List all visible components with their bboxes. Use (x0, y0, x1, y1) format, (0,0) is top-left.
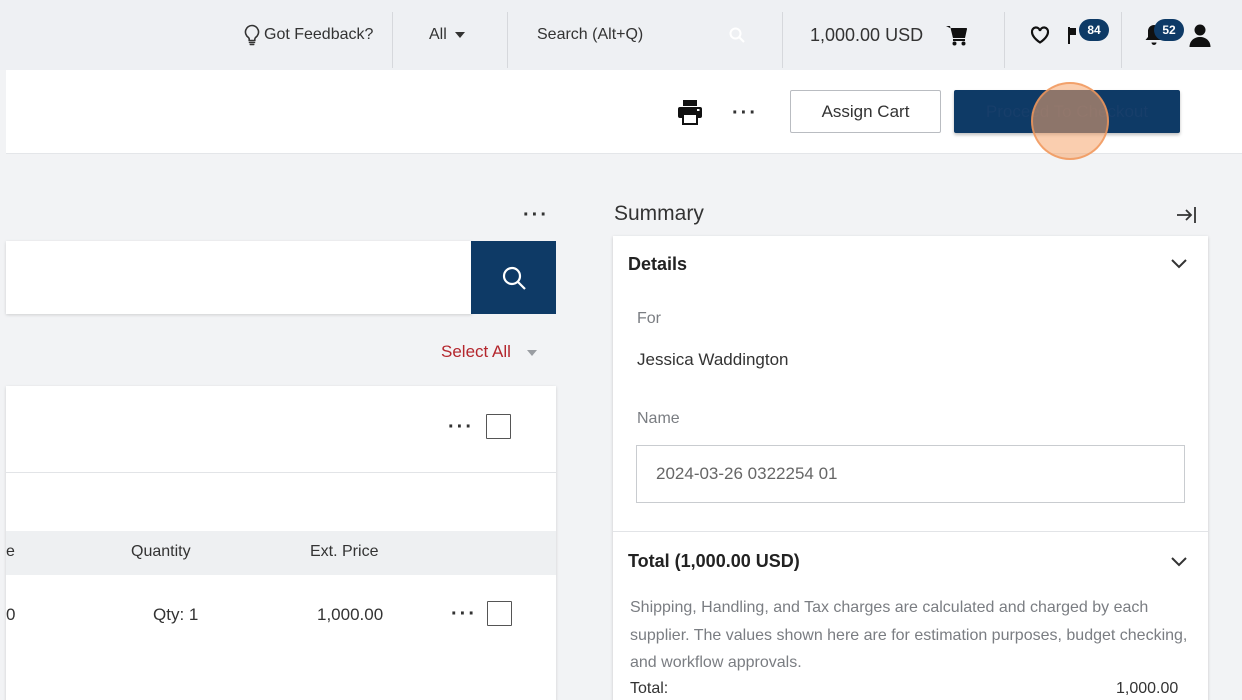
global-search-button[interactable] (728, 0, 746, 70)
search-scope-label: All (429, 26, 447, 43)
search-icon (729, 27, 745, 43)
total-section-header[interactable]: Total (1,000.00 USD) (628, 551, 800, 572)
card-divider (6, 472, 556, 473)
cart-summary-button[interactable]: 1,000.00 USD (810, 0, 969, 70)
flag-icon (1068, 27, 1076, 44)
divider (1004, 12, 1005, 68)
supplier-more-options-icon[interactable]: ··· (448, 417, 474, 437)
divider (507, 12, 508, 68)
cart-more-options-icon[interactable]: ··· (523, 205, 549, 225)
chevron-down-icon[interactable] (1170, 556, 1188, 568)
details-section-header[interactable]: Details (628, 254, 687, 275)
for-label: For (637, 310, 661, 327)
for-value: Jessica Waddington (637, 350, 789, 369)
ext-price-column-header: Ext. Price (310, 543, 379, 560)
notification-count-badge: 52 (1154, 19, 1184, 41)
flag-button[interactable] (1067, 0, 1077, 70)
item-more-options-icon[interactable]: ··· (451, 604, 477, 624)
print-icon[interactable] (677, 99, 703, 125)
select-all-link[interactable]: Select All (441, 342, 538, 362)
summary-divider (613, 531, 1208, 532)
search-icon (502, 266, 526, 290)
select-all-label: Select All (441, 342, 511, 361)
click-indicator (1031, 82, 1109, 160)
cart-name-value: 2024-03-26 0322254 01 (656, 464, 838, 483)
user-menu-button[interactable] (1188, 0, 1212, 70)
items-table-header (6, 531, 556, 575)
assign-cart-button[interactable]: Assign Cart (790, 90, 941, 133)
caret-down-icon (454, 32, 465, 38)
total-row-label: Total: (630, 680, 669, 697)
search-scope-dropdown[interactable]: All (429, 0, 466, 70)
unit-price-column-header: e (6, 543, 15, 560)
cart-search-input[interactable] (6, 241, 472, 314)
favorites-button[interactable] (1030, 0, 1050, 70)
search-placeholder: Search (Alt+Q) (537, 26, 644, 43)
ext-price-cell: 1,000.00 (317, 605, 384, 624)
divider (782, 12, 783, 68)
item-select-checkbox[interactable] (487, 601, 512, 626)
cart-total: 1,000.00 USD (810, 24, 924, 45)
quantity-cell[interactable]: Qty: 1 (153, 605, 198, 625)
feedback-link[interactable]: Got Feedback? (243, 0, 373, 70)
unit-price-cell: 0 (6, 605, 16, 624)
supplier-select-checkbox[interactable] (486, 414, 511, 439)
tax-disclaimer-text: Shipping, Handling, and Tax charges are … (630, 599, 1188, 671)
chevron-down-icon[interactable] (1170, 258, 1188, 270)
summary-title: Summary (614, 202, 704, 225)
user-icon (1189, 24, 1211, 47)
heart-icon (1030, 26, 1050, 44)
quantity-column-header: Quantity (131, 543, 191, 560)
caret-down-icon (526, 350, 537, 356)
lightbulb-icon (244, 24, 260, 46)
flag-count-badge: 84 (1079, 19, 1109, 41)
cart-name-field[interactable]: 2024-03-26 0322254 01 (636, 445, 1185, 503)
feedback-label: Got Feedback? (264, 26, 374, 43)
total-row-value: 1,000.00 (1116, 680, 1179, 697)
more-actions-icon[interactable]: ··· (732, 103, 758, 123)
divider (392, 12, 393, 68)
cart-icon (946, 26, 968, 46)
divider (1121, 12, 1122, 68)
global-search-input[interactable]: Search (Alt+Q) (537, 0, 757, 70)
name-label: Name (637, 410, 680, 427)
cart-search-button[interactable] (471, 241, 556, 314)
collapse-panel-icon[interactable] (1176, 205, 1198, 225)
